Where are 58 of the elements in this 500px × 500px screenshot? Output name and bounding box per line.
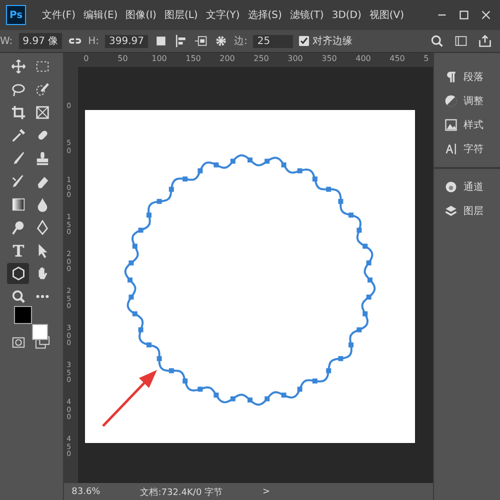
screen-mode-icon[interactable]: [34, 335, 50, 350]
quick-mask-icon[interactable]: [10, 335, 26, 350]
app-logo[interactable]: Ps: [6, 5, 26, 25]
workspace-icon[interactable]: [454, 34, 468, 48]
gradient-icon: [10, 197, 26, 212]
panel-tab[interactable]: 样式: [434, 113, 500, 137]
height-label: H:: [88, 36, 100, 46]
settings-icon[interactable]: [214, 34, 228, 48]
arrow: [102, 370, 157, 427]
move-icon: [10, 59, 26, 74]
menu-item[interactable]: 图像(I): [122, 8, 160, 22]
panel-tab[interactable]: 图层: [434, 199, 500, 223]
horizontal-ruler: 0 50 100 150 200 250 300 350 400 450 5: [64, 53, 433, 67]
tool-button[interactable]: [7, 263, 29, 284]
sides-field[interactable]: 25: [253, 34, 294, 48]
brush-select-icon: [34, 82, 50, 97]
layers-icon: [444, 204, 458, 218]
width-label: W:: [0, 36, 13, 46]
zoom-icon: [10, 289, 26, 304]
crop-icon: [10, 105, 26, 120]
eyedropper-icon: [10, 128, 26, 143]
sides-label: 边:: [234, 34, 248, 48]
align-icon[interactable]: [174, 34, 188, 48]
menu-item[interactable]: 文件(F): [38, 8, 80, 22]
panel-tab[interactable]: 段落: [434, 65, 500, 89]
marquee-icon: [34, 59, 50, 74]
panel-tab[interactable]: 通道: [434, 175, 500, 199]
menu-item[interactable]: 编辑(E): [80, 8, 122, 22]
character-icon: [444, 142, 458, 156]
lasso-icon: [10, 82, 26, 97]
pen-icon: [34, 220, 50, 235]
hexagon-icon: [10, 266, 26, 281]
background-color-swatch[interactable]: [32, 324, 48, 340]
menu-item[interactable]: 3D(D): [328, 10, 366, 20]
half-circle-icon: [444, 94, 458, 108]
menu-item[interactable]: 视图(V): [365, 8, 408, 22]
type-icon: [10, 243, 26, 258]
brush-icon: [10, 174, 26, 189]
share-icon[interactable]: [478, 34, 492, 48]
stamp-icon: [34, 151, 50, 166]
zoom-level[interactable]: 83.6%: [72, 487, 100, 497]
document-info: 文档:732.4K/0 字节: [140, 486, 223, 498]
search-icon[interactable]: [430, 34, 444, 48]
status-menu-arrow[interactable]: >: [262, 487, 270, 497]
panel-tab[interactable]: 字符: [434, 137, 500, 161]
close-icon[interactable]: [480, 9, 492, 21]
panel-tab[interactable]: 调整: [434, 89, 500, 113]
frame-icon: [34, 105, 50, 120]
menu-item[interactable]: 图层(L): [160, 8, 202, 22]
foreground-color-swatch[interactable]: [14, 306, 32, 324]
menu-item[interactable]: 选择(S): [244, 8, 286, 22]
menu-item[interactable]: 滤镜(T): [286, 8, 328, 22]
height-field[interactable]: 399.97: [105, 34, 148, 48]
maximize-icon[interactable]: [458, 9, 470, 21]
menu-item[interactable]: 文字(Y): [202, 8, 244, 22]
width-field[interactable]: 9.97 像: [18, 33, 62, 49]
align-edges-label: 对齐边缘: [312, 34, 352, 48]
align-edges-checkbox[interactable]: [299, 36, 310, 46]
